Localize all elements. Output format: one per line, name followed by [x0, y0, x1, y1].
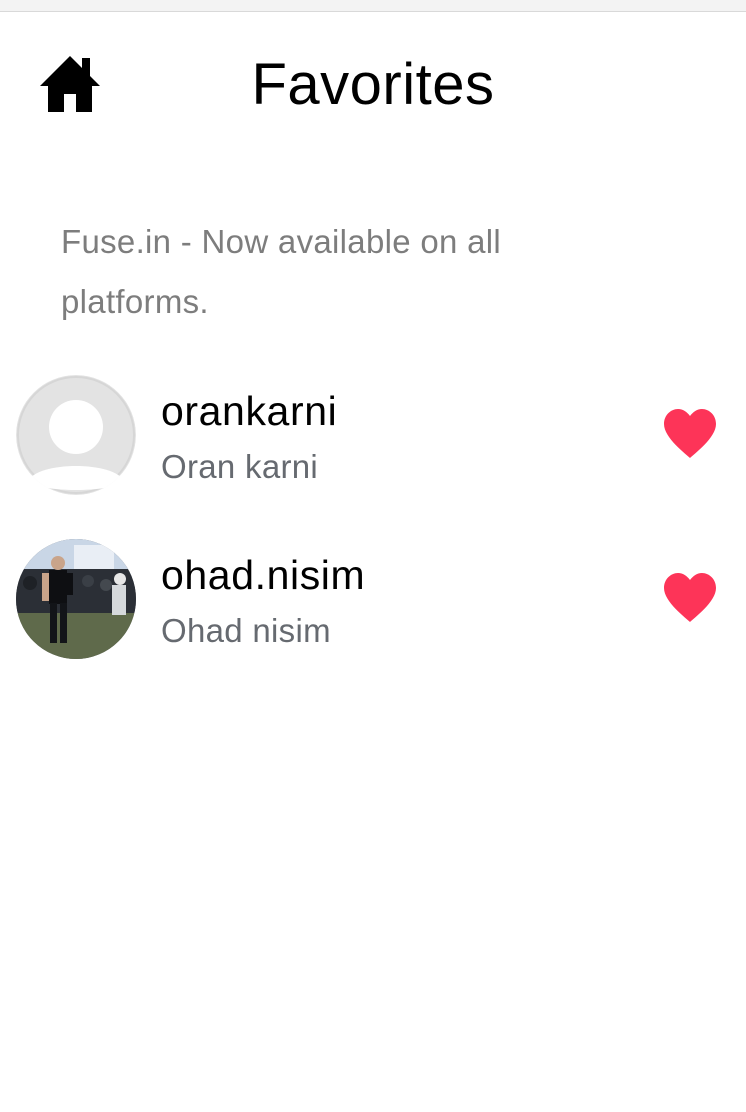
list-item[interactable]: orankarni Oran karni — [0, 370, 746, 500]
avatar[interactable] — [16, 539, 136, 659]
promo-banner-text: Fuse.in - Now available on all platforms… — [61, 223, 502, 320]
default-avatar-icon — [16, 375, 136, 495]
browser-top-bar — [0, 0, 746, 12]
header-bar: Favorites — [0, 12, 746, 162]
heart-icon — [664, 573, 716, 622]
heart-icon — [664, 409, 716, 458]
username: ohad.nisim — [161, 552, 366, 598]
username: orankarni — [161, 388, 338, 434]
full-name: Oran karni — [161, 448, 319, 485]
user-photo — [16, 539, 136, 659]
list-item[interactable]: ohad.nisim Ohad nisim — [0, 534, 746, 664]
full-name: Ohad nisim — [161, 612, 331, 649]
page-title: Favorites — [251, 52, 495, 117]
avatar[interactable] — [16, 375, 136, 495]
unfavorite-button[interactable] — [662, 572, 718, 624]
unfavorite-button[interactable] — [662, 408, 718, 460]
